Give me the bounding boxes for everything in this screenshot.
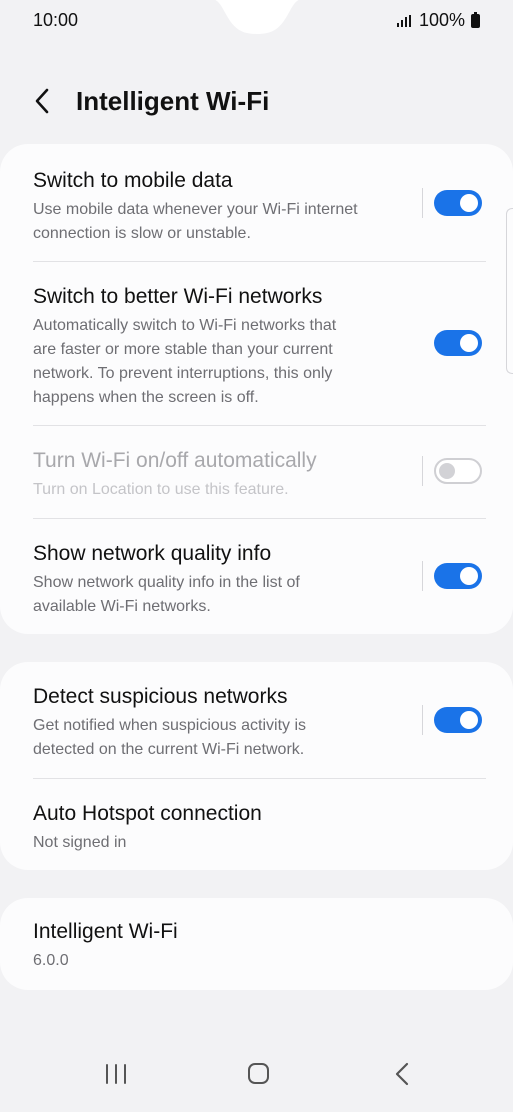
setting-show-network-quality[interactable]: Show network quality info Show network q…	[33, 541, 480, 619]
setting-detect-suspicious[interactable]: Detect suspicious networks Get notified …	[33, 684, 480, 762]
toggle-better-wifi[interactable]	[434, 330, 482, 356]
setting-title: Show network quality info	[33, 542, 272, 565]
status-bar: 10:00 100%	[0, 0, 513, 42]
setting-subtitle: Not signed in	[33, 834, 127, 851]
toggle-mobile-data[interactable]	[434, 190, 482, 216]
home-icon[interactable]	[238, 1056, 278, 1092]
setting-title: Intelligent Wi-Fi	[33, 920, 178, 943]
status-time: 10:00	[33, 10, 79, 30]
battery-percent: 100%	[418, 10, 465, 30]
setting-subtitle: Use mobile data whenever your Wi-Fi inte…	[33, 201, 358, 242]
page-title: Intelligent Wi-Fi	[76, 86, 270, 116]
settings-card-2: Detect suspicious networks Get notified …	[0, 662, 513, 870]
setting-switch-to-mobile-data[interactable]: Switch to mobile data Use mobile data wh…	[33, 168, 480, 246]
navigation-bar	[0, 1042, 513, 1112]
app-header: Intelligent Wi-Fi	[0, 80, 513, 124]
divider	[33, 778, 486, 779]
toggle-suspicious[interactable]	[434, 707, 482, 733]
settings-card-3: Intelligent Wi-Fi 6.0.0	[0, 898, 513, 990]
setting-turn-wifi-on-off: Turn Wi-Fi on/off automatically Turn on …	[33, 448, 480, 502]
toggle-separator	[422, 561, 423, 591]
battery-icon	[471, 11, 480, 28]
divider	[33, 425, 486, 426]
toggle-network-quality[interactable]	[434, 563, 482, 589]
nav-back-icon[interactable]	[382, 1056, 422, 1092]
scroll-indicator[interactable]	[506, 208, 513, 374]
screen: 10:00 100% Intelligent Wi-Fi Switch to m…	[0, 0, 513, 1112]
divider	[33, 261, 486, 262]
setting-about-intelligent-wifi[interactable]: Intelligent Wi-Fi 6.0.0	[33, 919, 480, 973]
settings-card-1: Switch to mobile data Use mobile data wh…	[0, 144, 513, 634]
setting-subtitle: 6.0.0	[33, 952, 69, 969]
chevron-left-icon[interactable]	[30, 84, 54, 118]
toggle-separator	[422, 705, 423, 735]
setting-switch-to-better-wifi[interactable]: Switch to better Wi-Fi networks Automati…	[33, 284, 480, 410]
divider	[33, 518, 486, 519]
setting-auto-hotspot[interactable]: Auto Hotspot connection Not signed in	[33, 801, 480, 855]
camera-notch	[214, 0, 299, 34]
setting-subtitle: Get notified when suspicious activity is…	[33, 717, 307, 758]
setting-subtitle: Turn on Location to use this feature.	[33, 481, 289, 498]
toggle-separator	[422, 188, 423, 218]
toggle-auto-wifi	[434, 458, 482, 484]
setting-title: Turn Wi-Fi on/off automatically	[33, 449, 317, 472]
setting-subtitle: Show network quality info in the list of…	[33, 574, 300, 615]
setting-title: Auto Hotspot connection	[33, 802, 262, 825]
recents-icon[interactable]	[96, 1056, 136, 1092]
setting-title: Switch to better Wi-Fi networks	[33, 285, 323, 308]
setting-subtitle: Automatically switch to Wi-Fi networks t…	[33, 317, 337, 406]
toggle-separator	[422, 456, 423, 486]
signal-icon	[396, 14, 411, 27]
setting-title: Detect suspicious networks	[33, 685, 288, 708]
status-right: 100%	[396, 10, 480, 31]
setting-title: Switch to mobile data	[33, 169, 233, 192]
